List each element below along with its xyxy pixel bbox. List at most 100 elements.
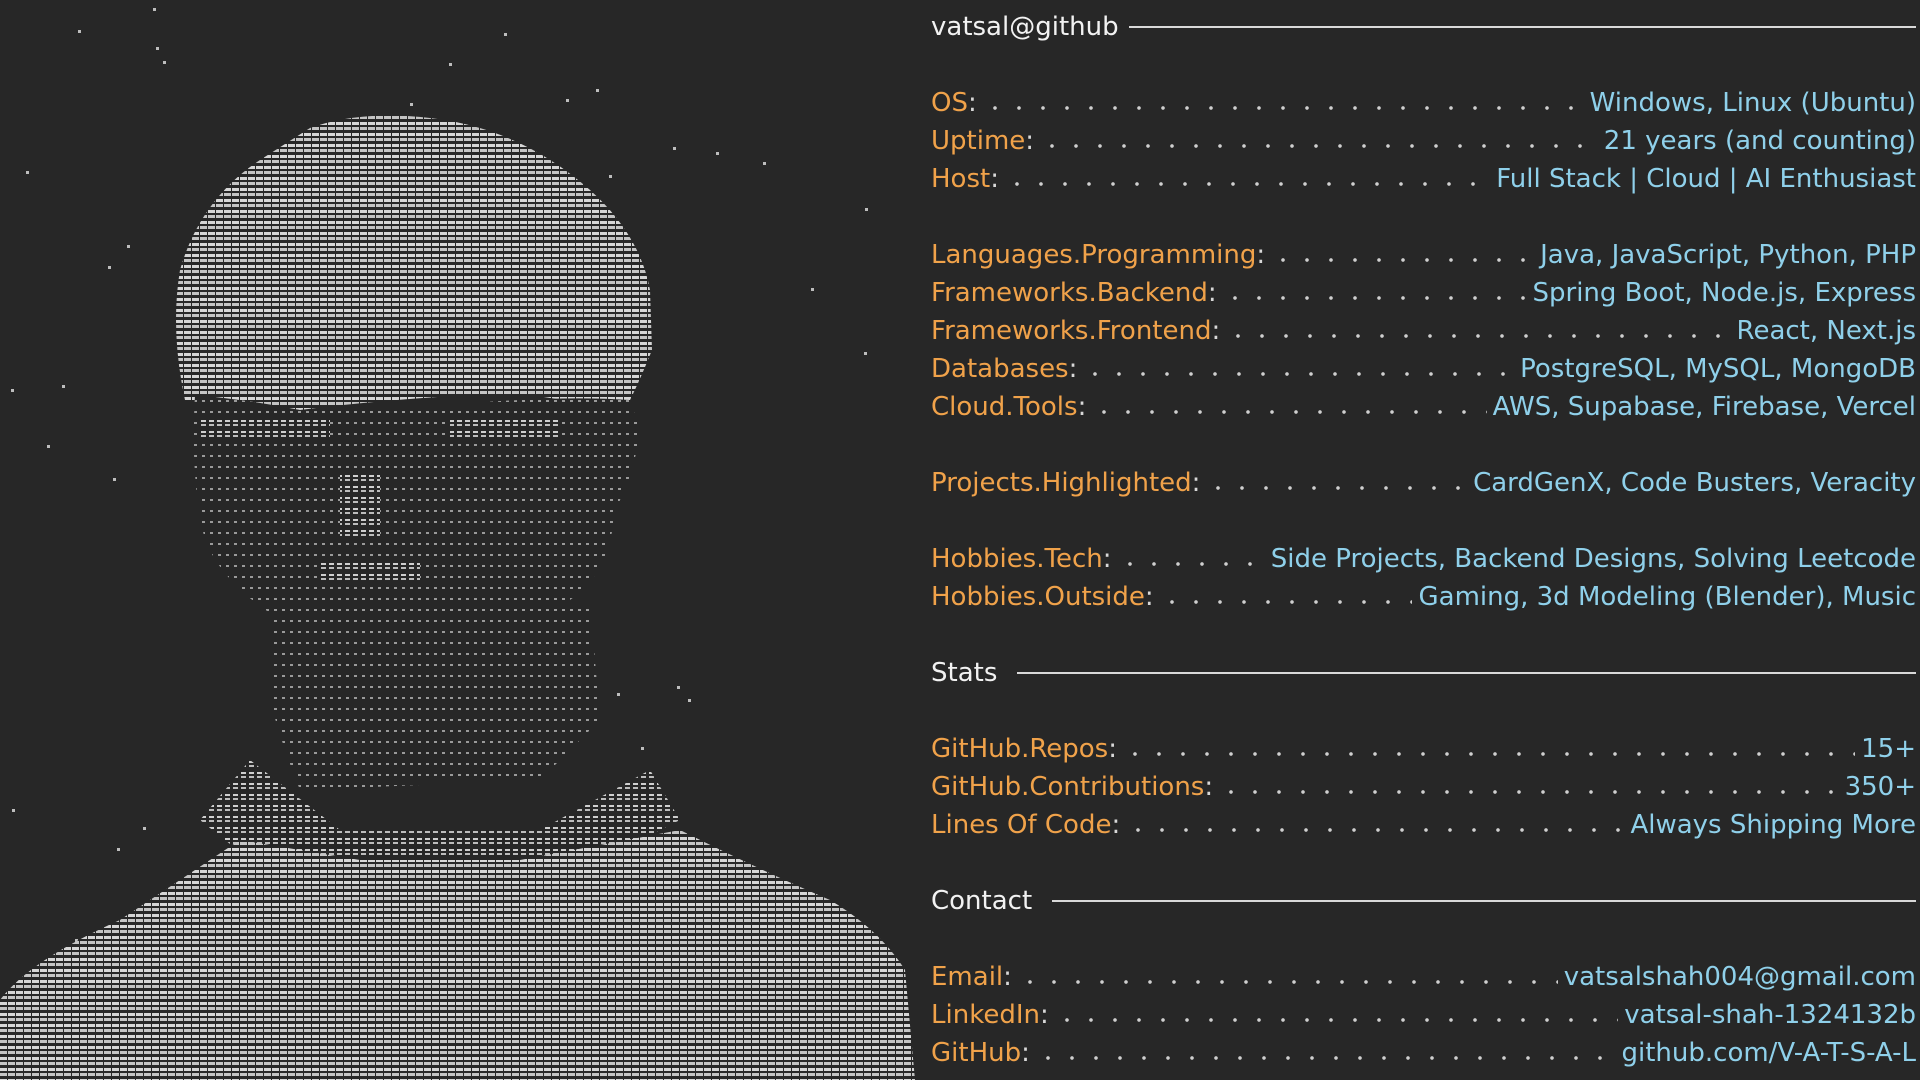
star-dot (677, 686, 680, 689)
star-dot (673, 147, 676, 150)
star-dot (609, 175, 612, 178)
dot-leader (1117, 561, 1265, 567)
info-value: PostgreSQL, MySQL, MongoDB (1520, 354, 1916, 384)
info-key: Hobbies.Outside (931, 582, 1145, 612)
key-colon: : (990, 164, 999, 194)
dot-leader (1206, 485, 1468, 491)
dot-leader (1219, 789, 1839, 795)
info-value: 15+ (1861, 734, 1916, 764)
dot-leader (1017, 979, 1558, 985)
profile-info-panel: vatsal@github OS: Windows, Linux (Ubuntu… (931, 0, 1916, 1080)
info-key: Languages.Programming (931, 240, 1257, 270)
key-colon: : (1211, 316, 1221, 346)
info-value: React, Next.js (1736, 316, 1916, 346)
dot-leader (1040, 143, 1598, 149)
info-value: AWS, Supabase, Firebase, Vercel (1492, 392, 1916, 422)
star-dot (113, 478, 116, 481)
star-dot (410, 103, 413, 106)
dot-leader (1122, 751, 1856, 757)
info-value: 21 years (and counting) (1603, 126, 1916, 156)
star-dot (108, 266, 111, 269)
portrait-hair (176, 115, 652, 411)
info-row-hobbies-outside: Hobbies.Outside: Gaming, 3d Modeling (Bl… (931, 578, 1916, 616)
portrait-shoulders (0, 830, 915, 1080)
key-colon: : (1021, 1038, 1030, 1068)
header-row: vatsal@github (931, 8, 1916, 46)
info-row-os: OS: Windows, Linux (Ubuntu) (931, 84, 1916, 122)
key-colon: : (1256, 240, 1266, 270)
key-colon: : (1204, 772, 1214, 802)
info-key: Hobbies.Tech (931, 544, 1103, 574)
key-colon: : (1207, 278, 1217, 308)
info-key: Frameworks.Backend (931, 278, 1208, 308)
info-value: 350+ (1844, 772, 1916, 802)
star-dot (143, 827, 146, 830)
info-key: Uptime (931, 126, 1026, 156)
key-colon: : (1191, 468, 1201, 498)
star-dot (12, 809, 15, 812)
github-link[interactable]: github.com/V-A-T-S-A-L (1622, 1034, 1917, 1072)
info-row-hobbies-tech: Hobbies.Tech: Side Projects, Backend Des… (931, 540, 1916, 578)
email-link[interactable]: vatsalshah004@gmail.com (1564, 958, 1916, 996)
info-value: CardGenX, Code Busters, Veracity (1473, 468, 1916, 498)
dot-leader (1159, 599, 1413, 605)
info-value: Windows, Linux (Ubuntu) (1589, 88, 1916, 118)
user-host-title: vatsal@github (931, 12, 1119, 42)
star-dot (156, 47, 159, 50)
info-row-uptime: Uptime: 21 years (and counting) (931, 122, 1916, 160)
info-key: Email (931, 962, 1004, 992)
star-dot (763, 162, 766, 165)
star-dot (641, 747, 644, 750)
info-row-host: Host: Full Stack | Cloud | AI Enthusiast (931, 160, 1916, 198)
info-value: Full Stack | Cloud | AI Enthusiast (1496, 164, 1916, 194)
star-dot (127, 245, 130, 248)
stats-divider (1017, 672, 1916, 674)
star-dot (26, 171, 29, 174)
info-key: OS (931, 88, 968, 118)
star-dot (811, 288, 814, 291)
info-row-lines-of-code: Lines Of Code: Always Shipping More (931, 806, 1916, 844)
stats-title: Stats (931, 658, 998, 688)
linkedin-link[interactable]: vatsal-shah-1324132b (1624, 996, 1916, 1034)
star-dot (865, 208, 868, 211)
info-value: Side Projects, Backend Designs, Solving … (1270, 544, 1916, 574)
info-value: Gaming, 3d Modeling (Blender), Music (1418, 582, 1916, 612)
info-row-linkedin: LinkedIn: vatsal-shah-1324132b (931, 996, 1916, 1034)
star-dot (163, 61, 166, 64)
dot-leader (1004, 181, 1491, 187)
star-dot (617, 693, 620, 696)
key-colon: : (1102, 544, 1112, 574)
contact-divider (1052, 900, 1916, 902)
star-dot (716, 152, 719, 155)
key-colon: : (1068, 354, 1078, 384)
info-key: Projects.Highlighted (931, 468, 1192, 498)
key-colon: : (1077, 392, 1087, 422)
dot-leader (982, 105, 1584, 111)
info-key: GitHub.Contributions (931, 772, 1205, 802)
header-divider (1128, 26, 1916, 28)
info-key: Lines Of Code (931, 810, 1112, 840)
star-dot (688, 699, 691, 702)
info-row-frontend: Frameworks.Frontend: React, Next.js (931, 312, 1916, 350)
star-dot (117, 848, 120, 851)
info-row-projects: Projects.Highlighted: CardGenX, Code Bus… (931, 464, 1916, 502)
info-key: Cloud.Tools (931, 392, 1078, 422)
info-row-languages: Languages.Programming: Java, JavaScript,… (931, 236, 1916, 274)
key-colon: : (1025, 126, 1035, 156)
info-value: Always Shipping More (1630, 810, 1916, 840)
info-row-databases: Databases: PostgreSQL, MySQL, MongoDB (931, 350, 1916, 388)
info-key: LinkedIn (931, 1000, 1040, 1030)
key-colon: : (1039, 1000, 1049, 1030)
key-colon: : (1144, 582, 1154, 612)
info-key: GitHub (931, 1038, 1022, 1068)
info-row-cloud-tools: Cloud.Tools: AWS, Supabase, Firebase, Ve… (931, 388, 1916, 426)
portrait-neck (270, 600, 600, 790)
star-dot (864, 352, 867, 355)
key-colon: : (967, 88, 977, 118)
star-dot (153, 8, 156, 11)
info-row-backend: Frameworks.Backend: Spring Boot, Node.js… (931, 274, 1916, 312)
key-colon: : (1108, 734, 1117, 764)
key-colon: : (1111, 810, 1121, 840)
star-dot (11, 389, 14, 392)
dot-leader (1092, 409, 1487, 415)
